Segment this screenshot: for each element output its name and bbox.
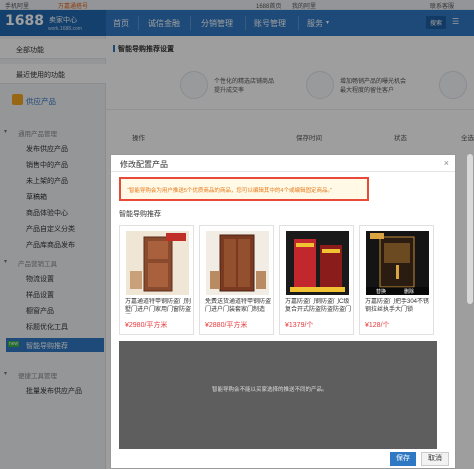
section-label: 智能导购推荐 (119, 211, 161, 218)
notice-text: “智能导购会为用户推送5个优质商品的商品，您可以编辑其中的4个或编辑固定商品。” (127, 188, 333, 194)
modal-title: 修改配置产品 (120, 160, 168, 169)
product-image (286, 231, 349, 295)
preview-panel-text: 智能导购会不能以买家选择的推送不同的产品。 (212, 387, 328, 393)
delete-button[interactable]: 删除 (404, 288, 414, 295)
product-card[interactable]: 万嘉防盗门钢防盗门C级复合开式防盗防盗防盗门 ¥1379/个 (279, 225, 354, 335)
close-icon[interactable]: × (444, 158, 449, 168)
product-image: 替换 删除 (366, 231, 429, 295)
replace-button[interactable]: 替换 (376, 288, 386, 295)
product-card[interactable]: 免费送货通道特甲钢防盗门进户门装套家门制造 ¥2880/平方米 (199, 225, 274, 335)
product-card[interactable]: 替换 删除 万嘉防盗门把手304不锈钢拉丝执手大门锁 ¥128/个 (359, 225, 434, 335)
preview-panel: 智能导购会不能以买家选择的推送不同的产品。 (119, 341, 437, 449)
product-title: 免费送货通道特甲钢防盗门进户门装套家门制造 (205, 299, 271, 313)
product-title: 万嘉通道特甲钢防盗门别墅门进户门家用门窗防盗门 (125, 299, 191, 313)
product-title: 万嘉防盗门把手304不锈钢拉丝执手大门锁 (365, 299, 430, 313)
product-title: 万嘉防盗门钢防盗门C级复合开式防盗防盗防盗门 (285, 299, 351, 313)
product-action-bar: 替换 删除 (366, 287, 429, 295)
modal-header: 修改配置产品 × (111, 155, 455, 172)
product-price: ¥1379/个 (285, 322, 314, 329)
save-button[interactable]: 保存 (390, 452, 416, 466)
product-price: ¥128/个 (365, 322, 390, 329)
cancel-button[interactable]: 取消 (421, 452, 449, 466)
product-image (206, 231, 269, 295)
product-price: ¥2980/平方米 (125, 322, 168, 329)
scrollbar[interactable] (467, 154, 473, 304)
config-products-modal: 修改配置产品 × “智能导购会为用户推送5个优质商品的商品，您可以编辑其中的4个… (110, 154, 456, 469)
product-card[interactable]: 万嘉通道特甲钢防盗门别墅门进户门家用门窗防盗门 ¥2980/平方米 (119, 225, 194, 335)
product-image (126, 231, 189, 295)
product-price: ¥2880/平方米 (205, 322, 248, 329)
notice-box: “智能导购会为用户推送5个优质商品的商品，您可以编辑其中的4个或编辑固定商品。” (119, 177, 369, 201)
